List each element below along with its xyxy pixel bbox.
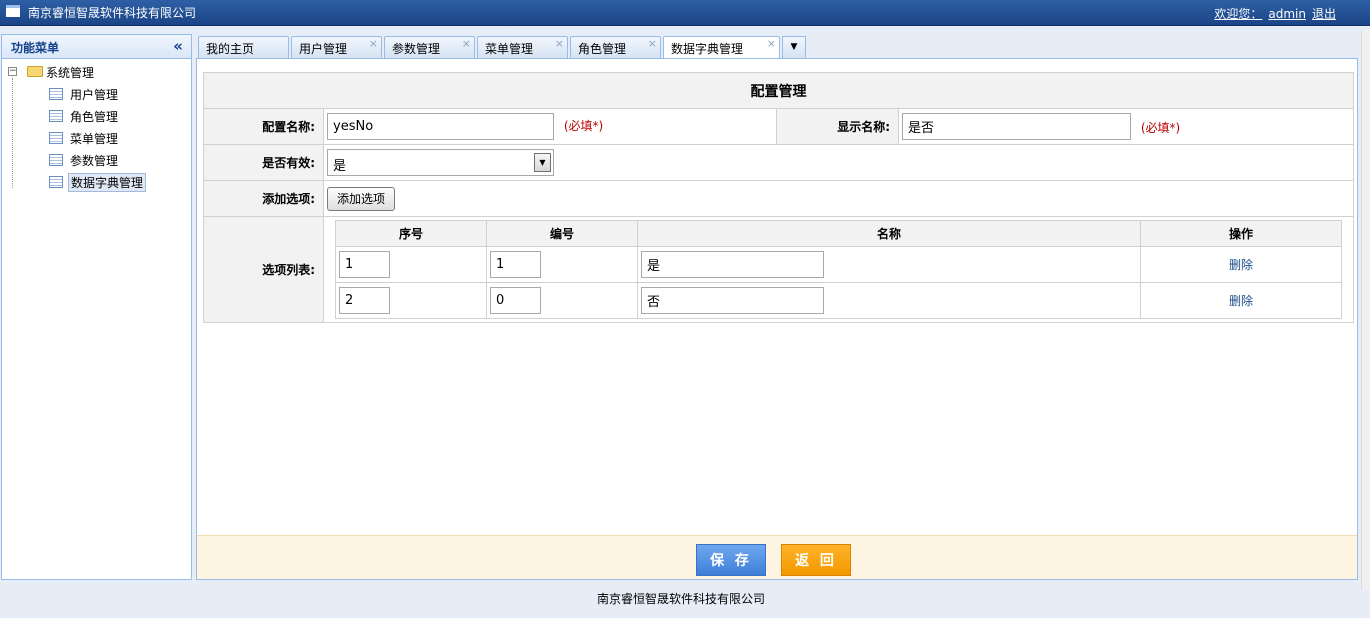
- tab-label: 角色管理: [578, 42, 627, 56]
- tab-menu-dropdown-icon[interactable]: ▼: [782, 36, 806, 58]
- sidebar-item-label: 用户管理: [70, 88, 119, 102]
- table-row: 删除: [335, 282, 1342, 319]
- column-header-name: 名称: [637, 220, 1141, 247]
- column-header-seq: 序号: [335, 220, 487, 247]
- table-icon: [49, 110, 63, 122]
- options-table: 序号 编号 名称 操作 删除 删除: [335, 220, 1342, 319]
- collapse-icon[interactable]: «: [173, 37, 183, 55]
- top-header: 南京睿恒智晟软件科技有限公司 欢迎您： admin 退出: [0, 0, 1370, 26]
- tab-strip: 我的主页 用户管理 × 参数管理 × 菜单管理 × 角色管理 × 数据字典管理 …: [196, 34, 1358, 59]
- table-icon: [49, 132, 63, 144]
- close-icon[interactable]: ×: [767, 37, 776, 50]
- delete-link[interactable]: 删除: [1140, 246, 1342, 283]
- display-name-label: 显示名称:: [776, 108, 899, 145]
- column-header-action: 操作: [1140, 220, 1342, 247]
- sidebar-item-label: 参数管理: [70, 154, 119, 168]
- seq-input[interactable]: [339, 287, 390, 314]
- sidebar-item-label: 数据字典管理: [68, 173, 147, 192]
- collapse-toggle-icon[interactable]: −: [8, 67, 17, 76]
- logout-link[interactable]: 退出: [1312, 7, 1336, 21]
- table-icon: [49, 88, 63, 100]
- window-scrollbar[interactable]: [1361, 30, 1370, 590]
- username-link[interactable]: admin: [1268, 7, 1306, 21]
- code-input[interactable]: [490, 251, 541, 278]
- display-name-input[interactable]: [902, 113, 1131, 140]
- tab-label: 数据字典管理: [671, 42, 744, 56]
- sidebar: 功能菜单 « − 系统管理 用户管理 角色管理 菜单管理 参数管理 数据字典管理: [1, 34, 192, 580]
- sidebar-header: 功能菜单 «: [2, 35, 191, 59]
- back-button[interactable]: 返 回: [781, 544, 851, 576]
- tab-label: 用户管理: [299, 42, 348, 56]
- name-input[interactable]: [641, 251, 824, 278]
- name-input[interactable]: [641, 287, 824, 314]
- add-option-label: 添加选项:: [203, 180, 324, 217]
- table-icon: [49, 176, 63, 188]
- footer-company: 南京睿恒智晟软件科技有限公司: [596, 592, 765, 606]
- tab-menus[interactable]: 菜单管理 ×: [477, 36, 568, 58]
- main-panel: 配置管理 配置名称: (必填*) 显示名称: (必填*) 是否有效: 是 ▼: [196, 58, 1358, 580]
- seq-input[interactable]: [339, 251, 390, 278]
- user-area: 欢迎您： admin 退出: [1214, 5, 1336, 22]
- valid-label: 是否有效:: [203, 144, 324, 181]
- column-header-code: 编号: [486, 220, 638, 247]
- valid-select[interactable]: 是 ▼: [327, 149, 554, 176]
- welcome-text: 欢迎您：: [1214, 7, 1263, 21]
- sidebar-title: 功能菜单: [11, 41, 60, 55]
- tab-home[interactable]: 我的主页: [198, 36, 289, 58]
- action-bar: 保 存 返 回: [197, 535, 1357, 579]
- config-form: 配置管理 配置名称: (必填*) 显示名称: (必填*) 是否有效: 是 ▼: [203, 72, 1354, 323]
- table-row: 删除: [335, 246, 1342, 283]
- delete-link[interactable]: 删除: [1140, 282, 1342, 319]
- tab-users[interactable]: 用户管理 ×: [291, 36, 382, 58]
- required-mark: (必填*): [1140, 121, 1181, 135]
- chevron-down-icon[interactable]: ▼: [534, 153, 551, 172]
- config-name-label: 配置名称:: [203, 108, 324, 145]
- close-icon[interactable]: ×: [462, 37, 471, 50]
- close-icon[interactable]: ×: [555, 37, 564, 50]
- options-label: 选项列表:: [203, 216, 324, 323]
- table-icon: [49, 154, 63, 166]
- sidebar-item-label: 菜单管理: [70, 132, 119, 146]
- tree-root-label: 系统管理: [46, 66, 95, 80]
- form-title: 配置管理: [203, 72, 1354, 109]
- tab-params[interactable]: 参数管理 ×: [384, 36, 475, 58]
- valid-select-value: 是: [333, 159, 347, 174]
- folder-icon: [27, 66, 43, 77]
- sidebar-item-label: 角色管理: [70, 110, 119, 124]
- tab-label: 菜单管理: [485, 42, 534, 56]
- tab-dictionary[interactable]: 数据字典管理 ×: [663, 36, 780, 59]
- add-option-button[interactable]: 添加选项: [327, 186, 396, 211]
- tab-label: 我的主页: [206, 42, 255, 56]
- tab-roles[interactable]: 角色管理 ×: [570, 36, 661, 58]
- tree-guide-line: [12, 78, 13, 188]
- tab-label: 参数管理: [392, 42, 441, 56]
- window-icon: [6, 5, 20, 17]
- save-button[interactable]: 保 存: [696, 544, 766, 576]
- close-icon[interactable]: ×: [648, 37, 657, 50]
- config-name-input[interactable]: [327, 113, 554, 140]
- close-icon[interactable]: ×: [369, 37, 378, 50]
- code-input[interactable]: [490, 287, 541, 314]
- app-title: 南京睿恒智晟软件科技有限公司: [28, 6, 197, 20]
- required-mark: (必填*): [563, 119, 604, 133]
